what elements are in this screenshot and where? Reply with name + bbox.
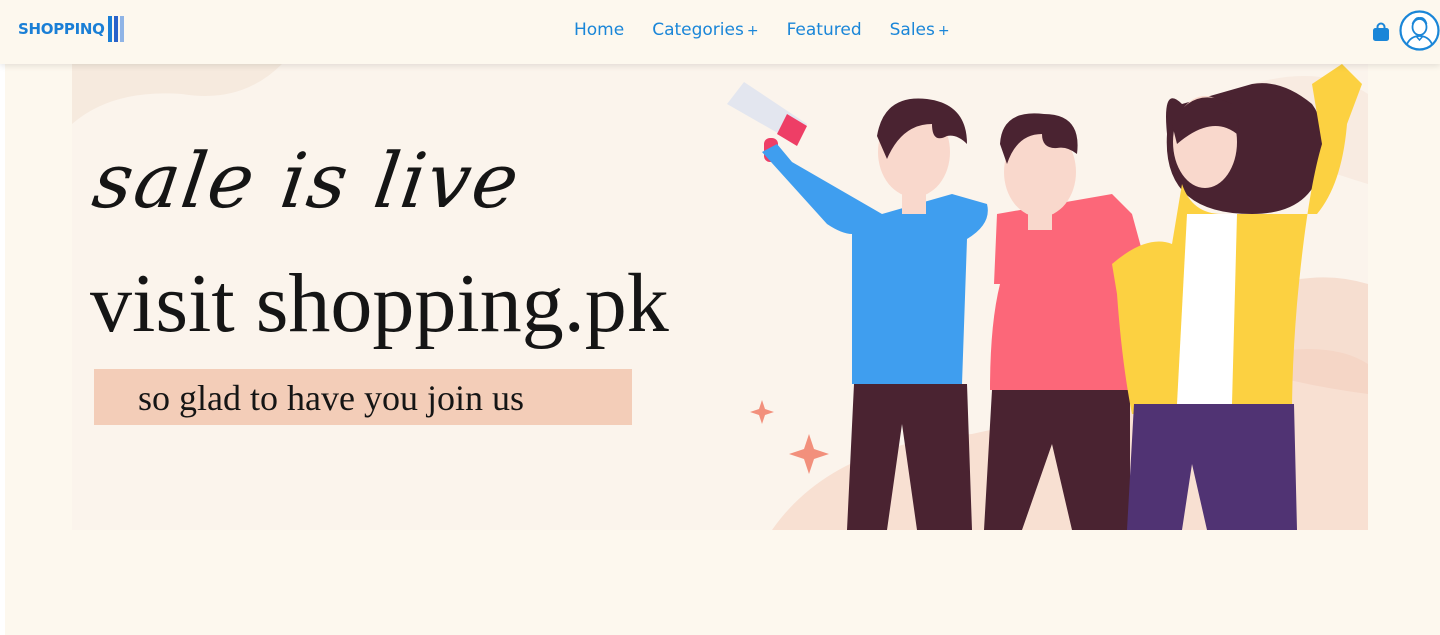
nav-sales-label: Sales <box>889 20 935 40</box>
main-nav: Home Categories + Featured Sales + <box>574 20 950 40</box>
brand-logo[interactable]: SHOPPINQ <box>18 14 124 44</box>
nav-categories-label: Categories <box>652 20 744 40</box>
banner-script-title: sale is live <box>87 136 527 225</box>
expand-plus-icon: + <box>937 23 950 39</box>
nav-featured-label: Featured <box>786 20 862 40</box>
banner-headline: visit shopping.pk <box>90 257 669 350</box>
banner-tagline: so glad to have you join us <box>138 378 524 418</box>
shopping-bag-icon[interactable] <box>1372 22 1390 42</box>
hero-banner[interactable]: sale is live visit shopping.pk so glad t… <box>72 64 1368 530</box>
nav-home[interactable]: Home <box>574 20 624 40</box>
nav-home-label: Home <box>574 20 625 40</box>
nav-featured[interactable]: Featured <box>787 20 862 40</box>
expand-plus-icon: + <box>746 23 759 39</box>
top-navbar: SHOPPINQ Home Categories + Featured Sales… <box>0 0 1440 64</box>
nav-categories[interactable]: Categories + <box>652 20 758 40</box>
nav-sales[interactable]: Sales + <box>890 20 950 40</box>
user-avatar-icon[interactable] <box>1399 10 1440 51</box>
brand-logo-text: SHOPPINQ <box>18 20 105 38</box>
logo-bars-icon <box>107 16 124 42</box>
